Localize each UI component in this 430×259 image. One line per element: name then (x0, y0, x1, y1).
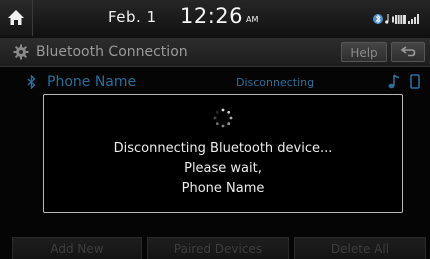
gear-icon (13, 44, 29, 60)
disconnecting-dialog: Disconnecting Bluetooth device... Please… (43, 94, 403, 213)
device-name: Phone Name (47, 74, 137, 90)
home-button[interactable] (0, 0, 33, 36)
dialog-message: Disconnecting Bluetooth device... (113, 141, 333, 156)
bluetooth-icon (27, 75, 36, 89)
status-time: 12:26 (180, 4, 244, 28)
dialog-device-name: Phone Name (181, 181, 265, 196)
dialog-wait-text: Please wait, (184, 161, 262, 176)
back-button[interactable] (391, 42, 425, 62)
status-date: Feb. 1 (108, 8, 157, 26)
battery-icon (392, 14, 406, 24)
phone-icon (410, 74, 420, 89)
music-status-icon (385, 14, 389, 24)
status-icons (373, 12, 420, 26)
page-title: Bluetooth Connection (36, 44, 188, 60)
signal-icon (408, 14, 419, 24)
delete-all-button[interactable]: Delete All (294, 237, 426, 259)
home-icon (8, 10, 24, 25)
bluetooth-status-icon (373, 14, 383, 24)
loading-spinner-icon (213, 108, 233, 128)
back-icon (400, 46, 416, 57)
add-new-button[interactable]: Add New (12, 237, 142, 259)
status-bar: Feb. 1 12:26 AM (0, 0, 430, 38)
music-note-icon (388, 74, 400, 89)
status-ampm: AM (246, 15, 259, 24)
help-button[interactable]: Help (341, 42, 387, 62)
device-status: Disconnecting (236, 76, 315, 89)
paired-devices-button[interactable]: Paired Devices (147, 237, 289, 259)
device-list-item[interactable]: Phone Name Disconnecting (0, 70, 430, 94)
screen: Feb. 1 12:26 AM Bluetooth Connection Hel… (0, 0, 430, 259)
